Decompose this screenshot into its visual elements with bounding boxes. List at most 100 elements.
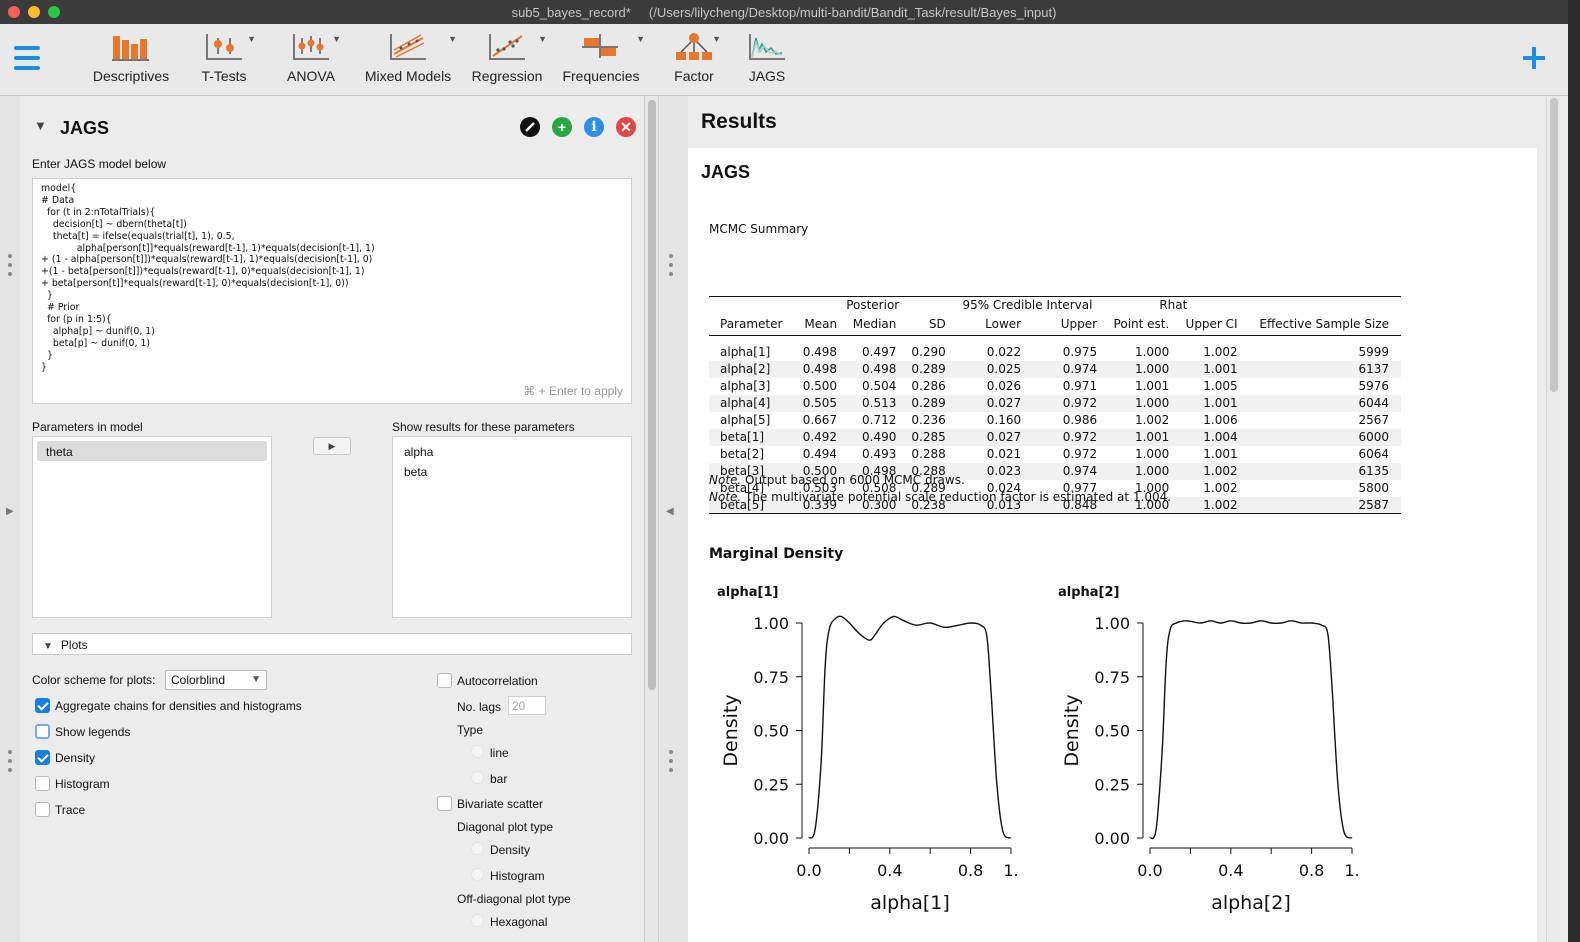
- type-bar-label: bar: [490, 772, 508, 786]
- table-cell: 0.498: [793, 360, 844, 378]
- legends-checkbox[interactable]: [35, 724, 50, 739]
- drag-handle-icon[interactable]: [667, 748, 675, 776]
- table-row: alpha[3] 0.500 0.504 0.286 0.026 0.971 1.001 1.…: [709, 378, 1401, 395]
- model-editor[interactable]: model{ # Data for (t in 2:nTotalTrials){…: [32, 178, 632, 404]
- table-cell: 1.004: [1175, 428, 1244, 446]
- model-code[interactable]: model{ # Data for (t in 2:nTotalTrials){…: [41, 183, 375, 374]
- chevron-down-icon: ▼: [712, 34, 721, 44]
- diag-histogram-radio[interactable]: [471, 868, 484, 881]
- x-tick-label: 1.: [1344, 861, 1359, 880]
- drag-handle-icon[interactable]: [667, 252, 675, 280]
- ttests-label: T-Tests: [201, 68, 247, 84]
- expand-arrow-icon[interactable]: ▶: [6, 506, 14, 517]
- mixed-models-button[interactable]: ▼ Mixed Models: [363, 30, 457, 90]
- offdiag-hex-radio[interactable]: [471, 914, 484, 927]
- list-item[interactable]: beta: [395, 461, 629, 481]
- menu-icon[interactable]: [14, 46, 40, 72]
- column-header: Mean: [793, 313, 844, 336]
- analysis-title[interactable]: JAGS: [60, 118, 109, 139]
- add-module-icon[interactable]: [1520, 44, 1548, 72]
- chevron-down-icon: ▼: [332, 34, 341, 44]
- drag-handle-icon[interactable]: [6, 748, 14, 776]
- descriptives-button[interactable]: Descriptives: [90, 30, 172, 90]
- x-tick-label: 0.8: [1299, 861, 1324, 880]
- table-cell: 1.001: [1175, 360, 1244, 378]
- posterior-group-header: Posterior: [793, 296, 952, 314]
- table-cell: 1.005: [1203, 379, 1238, 393]
- y-tick-label: 0.50: [753, 722, 789, 741]
- table-cell: 1.001: [1103, 428, 1176, 446]
- app-window: sub5_bayes_record* (/Users/lilycheng/Des…: [0, 0, 1568, 942]
- collapse-triangle-icon[interactable]: ▼: [34, 118, 47, 133]
- table-cell: 1.002: [1175, 462, 1244, 480]
- column-header: Parameter: [709, 313, 794, 336]
- edit-title-icon[interactable]: [520, 117, 540, 137]
- density-curve: [808, 615, 1012, 839]
- table-row: alpha[4] 0.505 0.513 0.289 0.027 0.972 1.000 1.…: [709, 394, 1401, 412]
- color-scheme-select[interactable]: Colorblind ▼: [165, 670, 267, 690]
- show-list[interactable]: alpha beta: [392, 436, 632, 618]
- type-line-radio[interactable]: [471, 745, 484, 758]
- frequencies-button[interactable]: ▼ Frequencies: [561, 30, 645, 90]
- table-cell: 0.493: [862, 447, 897, 461]
- list-item[interactable]: theta: [37, 441, 267, 461]
- chevron-down-icon: ▼: [636, 34, 645, 44]
- bivariate-checkbox[interactable]: [437, 796, 452, 811]
- density-checkbox[interactable]: [35, 750, 50, 765]
- results-scrollbar[interactable]: [1546, 96, 1560, 942]
- results-section-title[interactable]: JAGS: [701, 162, 750, 183]
- marginal-density-title: Marginal Density: [709, 546, 844, 562]
- column-header: Effective Sample Size: [1243, 313, 1401, 336]
- ttests-button[interactable]: ▼ T-Tests: [196, 30, 256, 90]
- anova-button[interactable]: ▼ ANOVA: [285, 30, 341, 90]
- diag-density-label: Density: [490, 843, 531, 857]
- aggregate-checkbox[interactable]: [35, 698, 50, 713]
- column-header: Lower: [951, 313, 1028, 336]
- trace-checkbox[interactable]: [35, 802, 50, 817]
- type-bar-radio[interactable]: [471, 771, 484, 784]
- type-line-label: line: [490, 746, 509, 760]
- density-label: Density: [55, 751, 96, 765]
- table-cell: 0.498: [802, 345, 838, 359]
- table-cell: 1.000: [1134, 345, 1170, 359]
- duplicate-analysis-icon[interactable]: +: [552, 117, 572, 137]
- regression-button[interactable]: ▼ Regression: [471, 30, 547, 90]
- plots-section-header[interactable]: ▼ Plots: [32, 633, 632, 655]
- list-item[interactable]: alpha: [395, 441, 629, 461]
- table-cell: 0.289: [902, 360, 952, 378]
- scrollbar-thumb[interactable]: [648, 100, 656, 690]
- drag-handle-icon[interactable]: [6, 252, 14, 280]
- note-2: Note. The multivariate potential scale r…: [709, 490, 1172, 504]
- plot-title-alpha2: alpha[2]: [1058, 585, 1120, 600]
- y-tick-label: 0.00: [753, 829, 789, 848]
- scrollbar-thumb[interactable]: [1550, 98, 1558, 392]
- table-cell: 0.712: [862, 413, 897, 427]
- analysis-options-panel: ▼ JAGS + i ✕ Enter JAGS model below mode…: [20, 96, 644, 942]
- y-tick-label: 0.50: [1094, 722, 1130, 741]
- panel-divider[interactable]: ◀: [658, 96, 688, 942]
- histogram-checkbox[interactable]: [35, 776, 50, 791]
- lags-input[interactable]: 20: [508, 696, 546, 715]
- close-analysis-icon[interactable]: ✕: [616, 117, 636, 137]
- factor-button[interactable]: ▼ Factor: [671, 30, 721, 90]
- params-list[interactable]: theta: [32, 436, 272, 618]
- jags-button[interactable]: JAGS: [745, 30, 789, 90]
- y-tick-label: 0.25: [1094, 775, 1130, 794]
- y-axis-label: Density: [1061, 694, 1083, 766]
- options-scrollbar[interactable]: [644, 96, 658, 942]
- x-tick-label: 0.8: [958, 861, 983, 880]
- descriptives-icon: [112, 36, 149, 61]
- table-cell: 5976: [1358, 379, 1389, 393]
- table-cell: 0.288: [911, 447, 946, 461]
- table-cell: 1.000: [1103, 394, 1176, 412]
- left-collapse-strip[interactable]: ▶: [0, 96, 20, 942]
- info-icon[interactable]: i: [584, 117, 604, 137]
- x-tick-label: 0.0: [796, 861, 821, 880]
- autocorrelation-checkbox[interactable]: [437, 673, 452, 688]
- assign-arrow-button[interactable]: ▶: [313, 437, 351, 455]
- collapse-arrow-icon[interactable]: ◀: [666, 506, 674, 517]
- results-heading: Results: [701, 110, 777, 133]
- diag-density-radio[interactable]: [471, 842, 484, 855]
- table-cell: 0.972: [1027, 428, 1104, 446]
- descriptives-label: Descriptives: [92, 68, 170, 84]
